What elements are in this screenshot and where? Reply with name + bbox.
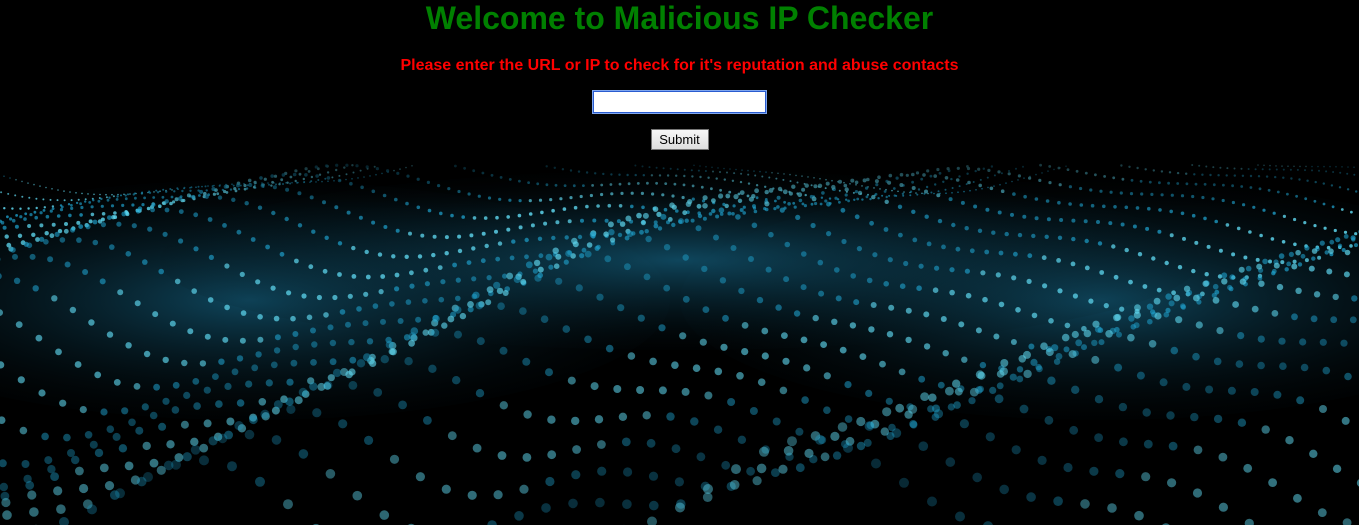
page-title: Welcome to Malicious IP Checker: [425, 0, 934, 36]
submit-button[interactable]: Submit: [650, 129, 709, 150]
check-form: Submit: [0, 90, 1359, 150]
instructions-text: Please enter the URL or IP to check for …: [400, 57, 959, 74]
url-ip-input[interactable]: [592, 90, 767, 114]
main-content: Welcome to Malicious IP Checker Please e…: [0, 0, 1359, 150]
